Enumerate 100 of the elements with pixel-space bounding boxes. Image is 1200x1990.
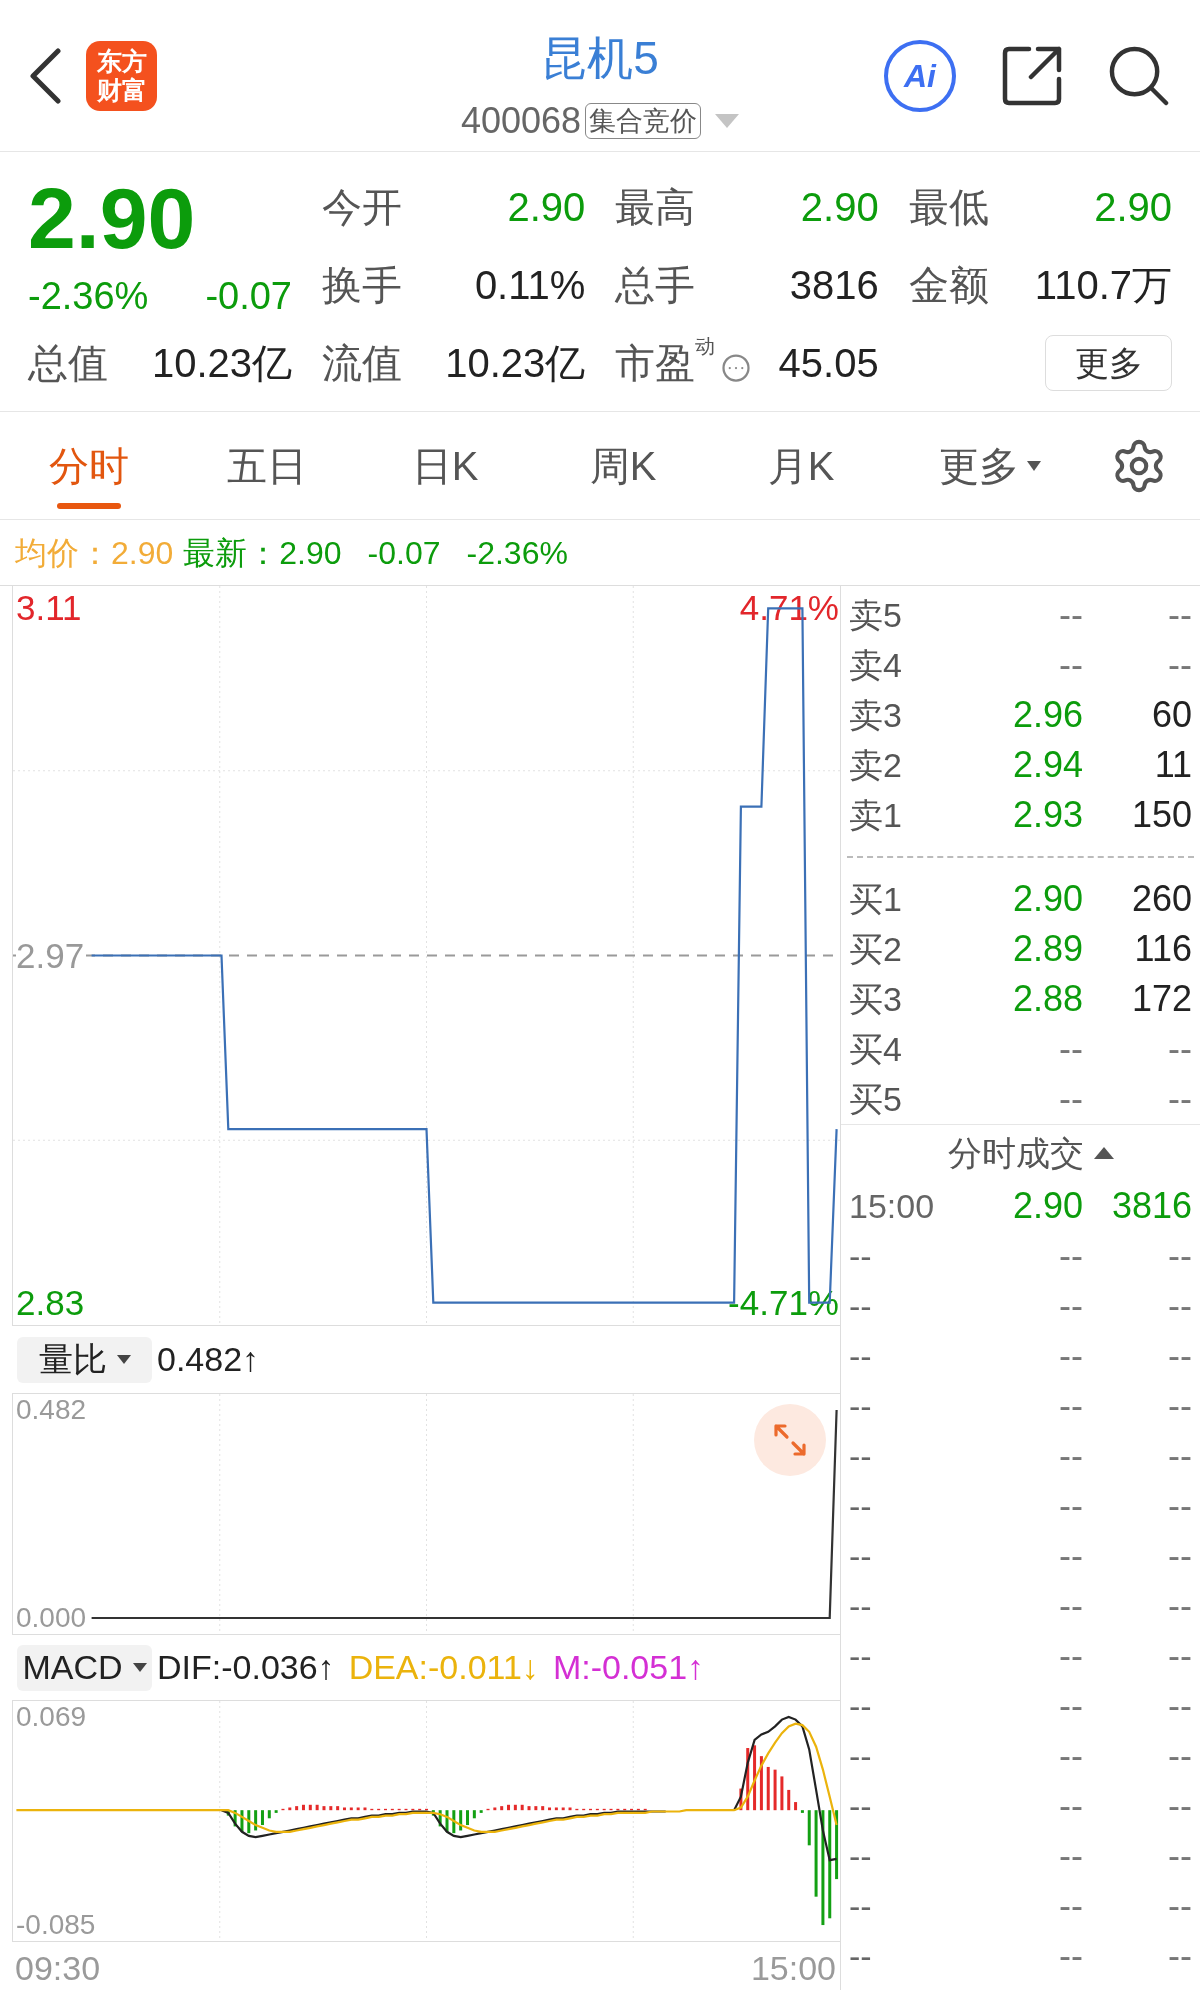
volume-cell-text: -- bbox=[1167, 1534, 1192, 1578]
time-cell-text: -- bbox=[849, 1585, 873, 1627]
brand-logo: 东方 财富 bbox=[86, 40, 157, 111]
volume-cell-text: 11 bbox=[1153, 743, 1192, 787]
price-cell-text: -- bbox=[1058, 1484, 1083, 1528]
trades-title: 分时成交 bbox=[947, 1132, 1084, 1174]
summary-text: 最新：2.90 bbox=[183, 533, 342, 573]
price-cell-text: -- bbox=[1058, 643, 1083, 687]
time-cell-text: -- bbox=[849, 1335, 873, 1377]
volume-cell-text: -- bbox=[1167, 1384, 1192, 1428]
price-cell-text: 2.90 bbox=[1011, 877, 1083, 921]
level-label: 卖4 bbox=[849, 644, 903, 686]
axis-label: -0.085 bbox=[16, 1910, 96, 1941]
level-label: 买3 bbox=[849, 978, 903, 1020]
level-label: 买2 bbox=[849, 928, 903, 970]
last-price: 2.90 bbox=[28, 169, 197, 268]
legend-text: M:-0.051↑ bbox=[552, 1647, 705, 1688]
percent-label: 4.71% bbox=[739, 587, 839, 630]
summary-text: 均价：2.90 bbox=[15, 533, 174, 573]
price-cell-text: -- bbox=[1058, 1284, 1083, 1328]
stat-value: 2.90 bbox=[800, 184, 879, 231]
price-cell-text: -- bbox=[1058, 1934, 1083, 1978]
time-cell-text: -- bbox=[849, 1835, 873, 1877]
price-cell-text: 2.94 bbox=[1011, 743, 1083, 787]
stat-label: 换手 bbox=[322, 262, 402, 309]
change-amount: -0.07 bbox=[205, 273, 292, 319]
axis-label: 0.069 bbox=[16, 1701, 87, 1732]
price-cell-text: -- bbox=[1058, 1584, 1083, 1628]
stock-name: 昆机5 bbox=[541, 31, 659, 86]
price-cell-text: -- bbox=[1058, 1534, 1083, 1578]
stat-label: 总手 bbox=[615, 262, 696, 309]
change-percent: -2.36% bbox=[28, 273, 149, 319]
stat-label: 总值 bbox=[28, 340, 108, 387]
volume-cell-text: -- bbox=[1167, 1434, 1192, 1478]
time-cell-text: 15:00 bbox=[849, 1185, 936, 1227]
volume-cell-text: -- bbox=[1167, 1884, 1192, 1928]
stat-value: 0.11% bbox=[474, 262, 586, 309]
price-cell-text: 2.90 bbox=[1011, 1184, 1083, 1228]
volume-cell-text: 172 bbox=[1130, 977, 1192, 1021]
price-cell-text: -- bbox=[1058, 1234, 1083, 1278]
stat-value: 10.23亿 bbox=[151, 340, 292, 387]
price-cell-text: -- bbox=[1058, 1784, 1083, 1828]
volume-cell-text: -- bbox=[1167, 1334, 1192, 1378]
time-cell-text: -- bbox=[849, 1785, 873, 1827]
price-cell-text: -- bbox=[1058, 1077, 1083, 1121]
stat-value: 2.90 bbox=[507, 184, 586, 231]
stat-label: 金额 bbox=[908, 262, 989, 309]
volume-cell-text: -- bbox=[1167, 1934, 1192, 1978]
volume-cell-text: -- bbox=[1167, 1734, 1192, 1778]
price-cell-text: -- bbox=[1058, 593, 1083, 637]
axis-label: 0.482 bbox=[16, 1394, 87, 1425]
summary-text: -0.07 bbox=[367, 533, 441, 573]
stat-value: 10.23亿 bbox=[445, 340, 586, 387]
volume-cell-text: 260 bbox=[1130, 877, 1192, 921]
price-cell-text: 2.88 bbox=[1011, 977, 1083, 1021]
volume-cell-text: -- bbox=[1167, 1834, 1192, 1878]
level-label: 买4 bbox=[849, 1028, 903, 1070]
price-cell-text: 2.96 bbox=[1011, 693, 1083, 737]
time-cell-text: -- bbox=[849, 1485, 873, 1527]
price-cell-text: -- bbox=[1058, 1634, 1083, 1678]
summary-text: -2.36% bbox=[466, 533, 568, 573]
level-label: 卖1 bbox=[849, 794, 903, 836]
volume-cell-text: -- bbox=[1167, 593, 1192, 637]
time-cell-text: -- bbox=[849, 1235, 873, 1277]
volume-cell-text: -- bbox=[1167, 643, 1192, 687]
price-cell-text: -- bbox=[1058, 1884, 1083, 1928]
volume-cell-text: -- bbox=[1167, 1584, 1192, 1628]
time-cell-text: -- bbox=[849, 1435, 873, 1477]
price-cell-text: -- bbox=[1058, 1434, 1083, 1478]
volume-cell-text: -- bbox=[1167, 1784, 1192, 1828]
volume-cell-text: -- bbox=[1167, 1484, 1192, 1528]
price-cell-text: -- bbox=[1058, 1734, 1083, 1778]
time-cell-text: -- bbox=[849, 1635, 873, 1677]
stat-value: 2.90 bbox=[1094, 184, 1172, 231]
volume-cell-text: -- bbox=[1167, 1684, 1192, 1728]
stat-label: 流值 bbox=[322, 340, 402, 387]
time-cell-text: -- bbox=[849, 1935, 873, 1977]
volume-cell-text: 60 bbox=[1150, 693, 1192, 737]
volume-cell-text: 3816 bbox=[1110, 1184, 1192, 1228]
stat-label: 市盈$^{动}$ bbox=[615, 334, 716, 387]
volume-cell-text: -- bbox=[1167, 1234, 1192, 1278]
price-cell-text: 2.93 bbox=[1011, 793, 1083, 837]
time-label: 09:30 bbox=[15, 1948, 101, 1988]
indicator-value: 0.482↑ bbox=[157, 1339, 260, 1380]
stat-label: 最高 bbox=[615, 184, 696, 231]
axis-label: 0.000 bbox=[16, 1603, 87, 1633]
percent-label: -4.71% bbox=[728, 1281, 839, 1324]
level-label: 卖2 bbox=[849, 744, 903, 786]
level-label: 卖3 bbox=[849, 694, 903, 736]
stat-label: 最低 bbox=[908, 184, 989, 231]
status-badge: 集合竞价 bbox=[585, 103, 702, 139]
legend-text: DIF:-0.036↑ bbox=[157, 1647, 335, 1688]
stat-label: 今开 bbox=[322, 184, 402, 231]
price-cell-text: -- bbox=[1058, 1027, 1083, 1071]
price-cell-text: -- bbox=[1058, 1684, 1083, 1728]
volume-cell-text: -- bbox=[1167, 1634, 1192, 1678]
stat-value: 45.05 bbox=[778, 340, 879, 387]
time-cell-text: -- bbox=[849, 1285, 873, 1327]
time-cell-text: -- bbox=[849, 1735, 873, 1777]
stock-code: 400068 bbox=[460, 100, 582, 142]
